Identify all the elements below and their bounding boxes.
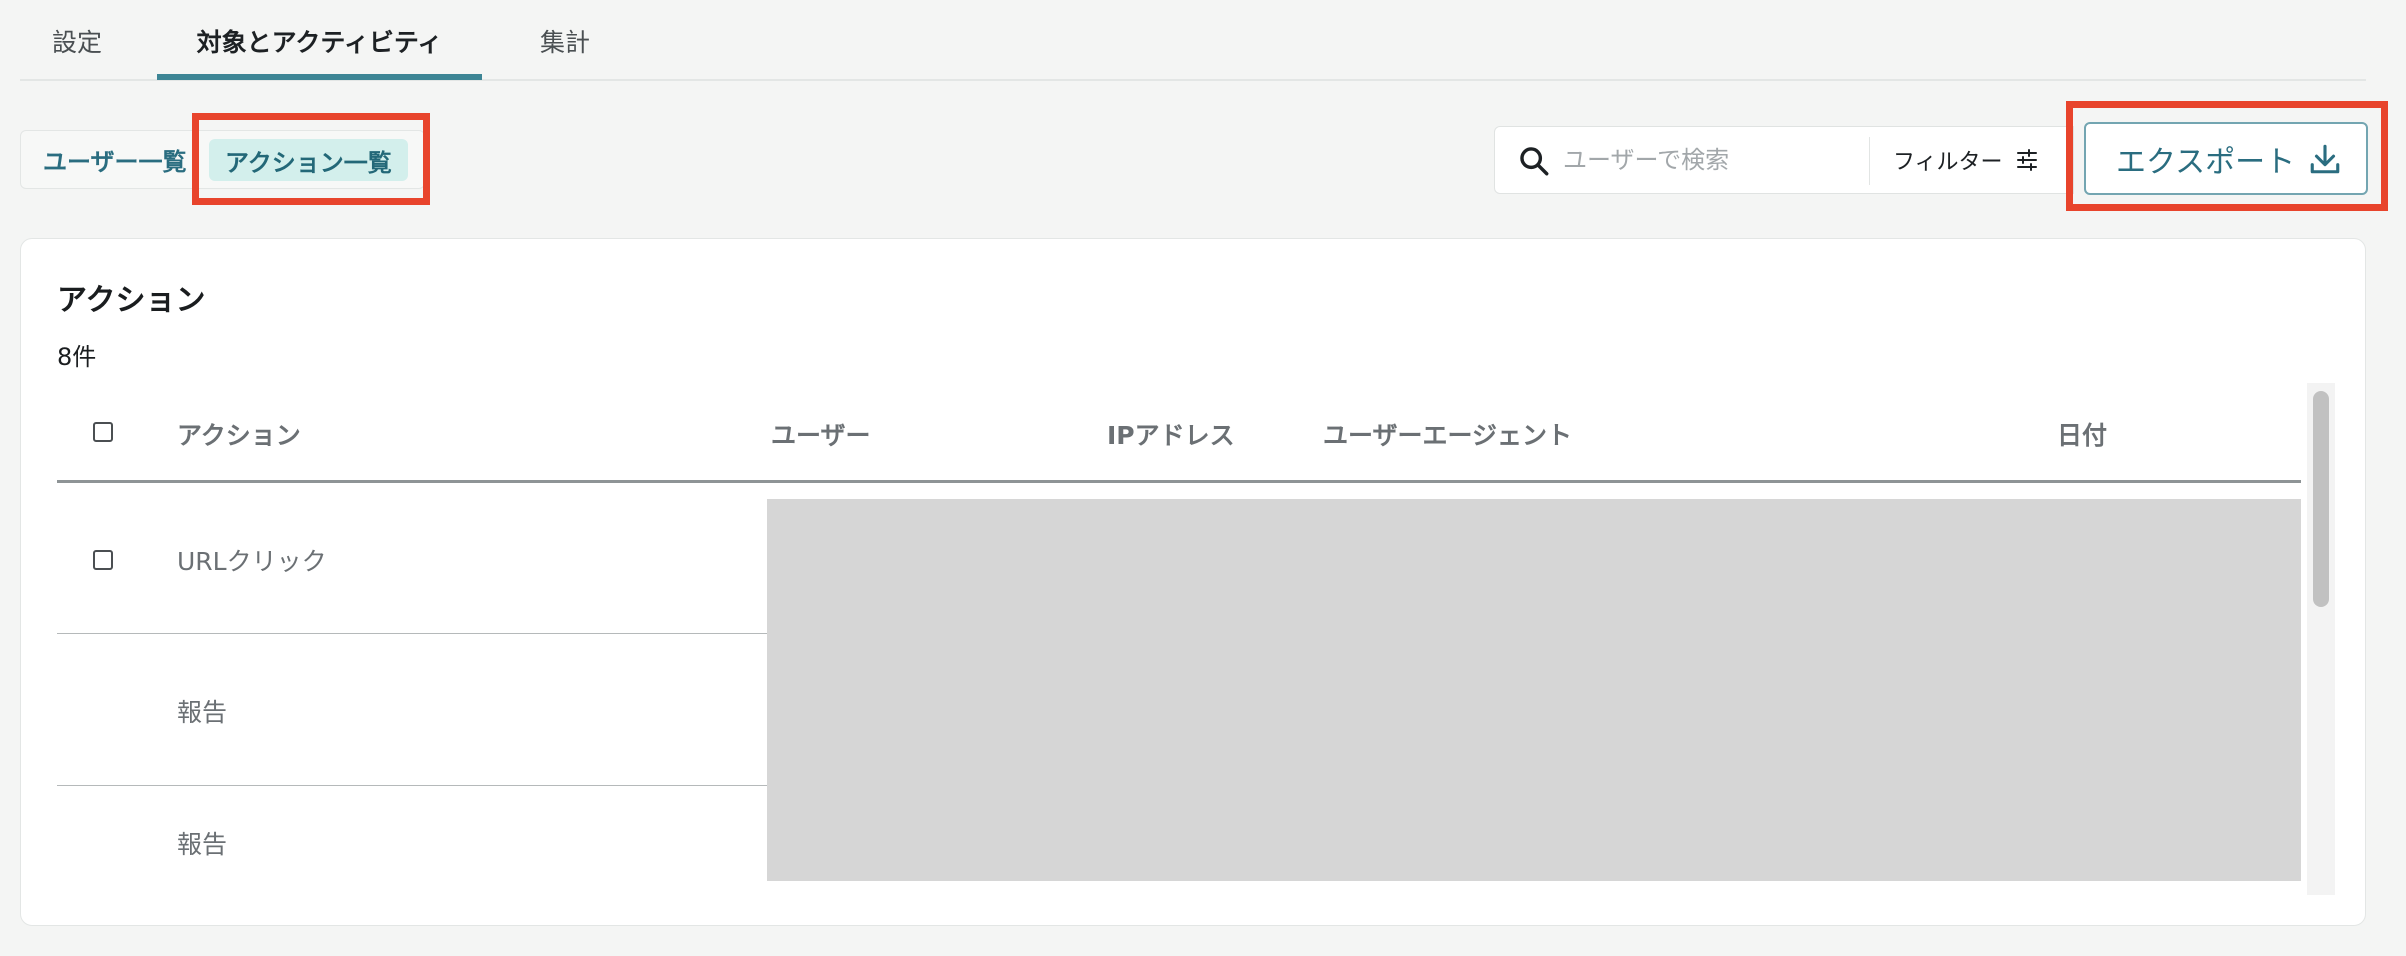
result-count: 8件 <box>57 343 97 371</box>
action-cell: URLクリック <box>177 547 327 576</box>
table-header: アクション ユーザー IPアドレス ユーザーエージェント 日付 <box>57 385 2301 483</box>
active-tab-indicator <box>157 74 482 80</box>
tab-targets-activity[interactable]: 対象とアクティビティ <box>157 0 482 81</box>
card-title: アクション <box>57 283 206 318</box>
tab-settings[interactable]: 設定 <box>20 0 134 81</box>
tab-summary[interactable]: 集計 <box>500 0 630 81</box>
actions-table: アクション ユーザー IPアドレス ユーザーエージェント 日付 URLクリック … <box>57 385 2321 895</box>
filter-label: フィルター <box>1893 150 2003 175</box>
row-checkbox[interactable] <box>93 550 113 570</box>
table-scrollbar[interactable] <box>2307 383 2335 895</box>
download-icon <box>2310 144 2340 174</box>
column-header-date[interactable]: 日付 <box>2057 385 2107 483</box>
actions-card: アクション 8件 アクション ユーザー IPアドレス ユーザーエージェント 日付… <box>20 238 2366 926</box>
tab-bar: 設定 対象とアクティビティ 集計 <box>20 0 2366 81</box>
action-cell: 報告 <box>177 697 228 727</box>
export-label: エクスポート <box>2116 144 2296 180</box>
column-header-user[interactable]: ユーザー <box>771 385 871 483</box>
action-cell: 報告 <box>177 830 228 859</box>
view-toggle: ユーザー一覧 アクション一覧 <box>20 130 425 189</box>
export-button[interactable]: エクスポート <box>2084 122 2368 195</box>
page: 設定 対象とアクティビティ 集計 ユーザー一覧 アクション一覧 フィルター エク… <box>0 0 2406 956</box>
select-all-checkbox[interactable] <box>93 422 113 442</box>
filter-button[interactable]: フィルター <box>1879 127 2075 193</box>
user-list-toggle[interactable]: ユーザー一覧 <box>43 131 187 188</box>
scrollbar-thumb[interactable] <box>2313 391 2329 607</box>
search-input[interactable] <box>1563 127 1863 193</box>
column-header-action[interactable]: アクション <box>177 385 301 483</box>
column-header-ip[interactable]: IPアドレス <box>1107 385 1235 483</box>
search-icon <box>1520 147 1549 176</box>
column-header-user-agent[interactable]: ユーザーエージェント <box>1323 385 1572 483</box>
action-list-toggle[interactable]: アクション一覧 <box>209 139 408 181</box>
search-bar: フィルター <box>1494 126 2074 194</box>
search-divider <box>1869 137 1870 185</box>
sliders-icon <box>2016 149 2037 171</box>
redacted-area <box>767 499 2301 881</box>
